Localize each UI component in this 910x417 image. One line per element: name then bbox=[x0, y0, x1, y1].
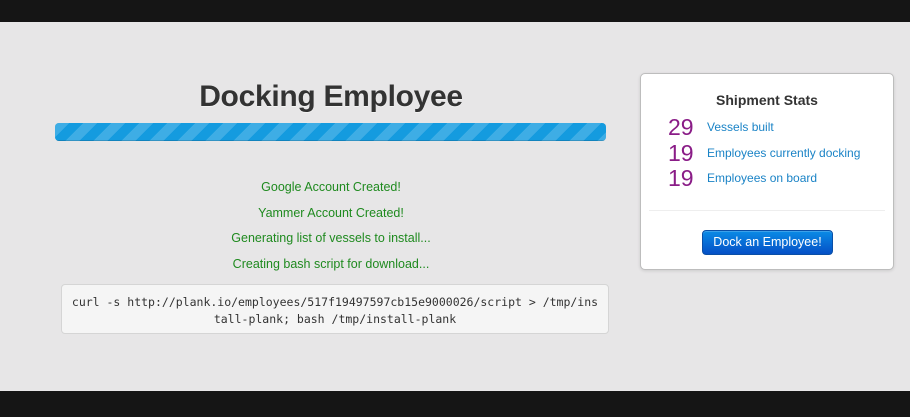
top-navbar bbox=[0, 0, 910, 22]
stat-label[interactable]: Employees currently docking bbox=[707, 146, 860, 160]
progress-bar bbox=[55, 123, 606, 141]
main-content: Docking Employee Google Account Created!… bbox=[0, 22, 910, 391]
script-command-box[interactable]: curl -s http://plank.io/employees/517f19… bbox=[61, 284, 609, 334]
status-message: Creating bash script for download... bbox=[232, 256, 430, 271]
footer-bar bbox=[0, 391, 910, 417]
status-message: Generating list of vessels to install... bbox=[231, 231, 431, 245]
stat-label[interactable]: Employees on board bbox=[707, 171, 817, 185]
progress-bar-fill bbox=[55, 123, 606, 141]
stats-divider bbox=[649, 210, 885, 211]
stat-value: 19 bbox=[668, 165, 694, 191]
stat-value: 19 bbox=[668, 139, 694, 166]
status-message: Google Account Created! bbox=[261, 180, 401, 194]
shipment-stats-panel: Shipment Stats 29 Vessels built 19 Emplo… bbox=[640, 73, 894, 270]
stats-title: Shipment Stats bbox=[716, 92, 818, 108]
page-title: Docking Employee bbox=[199, 80, 463, 113]
status-message: Yammer Account Created! bbox=[258, 205, 404, 220]
status-list: Google Account Created! Yammer Account C… bbox=[56, 178, 606, 280]
stat-value: 29 bbox=[668, 114, 694, 140]
stat-label[interactable]: Vessels built bbox=[707, 120, 774, 134]
dock-employee-button[interactable]: Dock an Employee! bbox=[702, 230, 833, 255]
